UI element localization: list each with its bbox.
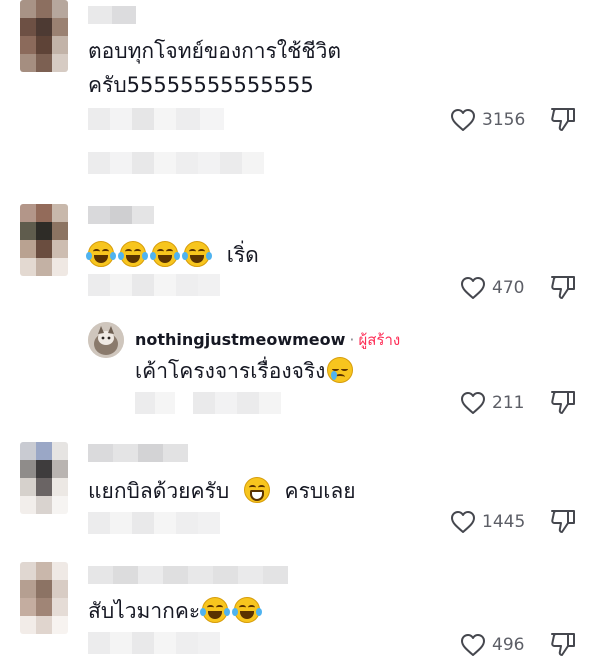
comment-item: สับไวมากคะ 496 — [0, 560, 600, 661]
like-count: 496 — [492, 635, 525, 655]
comment-text-value: ครบเลย — [284, 479, 356, 503]
heart-outline-icon — [451, 511, 475, 533]
comment-text: ตอบทุกโจทย์ของการใช้ชีวิต ครับ5555555555… — [88, 34, 341, 102]
face-with-tears-of-joy-icon — [150, 241, 180, 267]
comment-meta-blurred — [135, 392, 281, 414]
comment-text: เค้าโครงจารเรื่องจริง — [135, 354, 359, 388]
like-button[interactable]: 496 — [460, 630, 524, 660]
dislike-button[interactable] — [550, 631, 576, 661]
thumbs-down-icon — [551, 391, 575, 414]
username-blurred[interactable] — [88, 566, 288, 584]
separator-dot: · — [349, 330, 355, 349]
comment-text: สับไวมากคะ — [88, 594, 266, 628]
comment-item: ตอบทุกโจทย์ของการใช้ชีวิต ครับ5555555555… — [0, 0, 600, 190]
avatar[interactable] — [88, 322, 124, 358]
like-count: 470 — [492, 278, 525, 298]
dislike-button[interactable] — [550, 508, 576, 538]
username-blurred[interactable] — [88, 444, 188, 462]
comment-text-line: ตอบทุกโจทย์ของการใช้ชีวิต — [88, 39, 342, 63]
like-button[interactable]: 211 — [460, 388, 524, 418]
comment-item: เริ่ด 470 — [0, 200, 600, 320]
comment-text-line: ครับ55555555555555 — [88, 73, 314, 97]
comment-text-value: เค้าโครงจารเรื่องจริง — [135, 359, 326, 383]
face-with-tears-of-joy-icon — [182, 241, 212, 267]
face-with-tears-of-joy-icon — [232, 597, 263, 623]
thumbs-down-icon — [551, 276, 575, 299]
thumbs-down-icon — [551, 510, 575, 533]
comment-meta-blurred — [88, 274, 220, 296]
comment-text: เริ่ด — [86, 238, 259, 272]
face-with-tears-of-joy-icon — [200, 597, 231, 623]
creator-badge: ผู้สร้าง — [358, 331, 401, 349]
like-button[interactable]: 470 — [460, 273, 524, 303]
comment-meta-blurred — [88, 512, 220, 534]
avatar[interactable] — [20, 442, 68, 514]
thumbs-down-icon — [551, 108, 575, 131]
face-with-tears-of-joy-icon — [118, 241, 148, 267]
comment-meta-blurred — [88, 108, 224, 130]
avatar[interactable] — [20, 0, 68, 72]
comment-text: แยกบิลด้วยครับ ครบเลย — [88, 474, 356, 508]
like-count: 211 — [492, 393, 525, 413]
comment-text-value: สับไวมากคะ — [88, 599, 201, 623]
dislike-button[interactable] — [550, 106, 576, 136]
reply-item: nothingjustmeowmeow · ผู้สร้าง เค้าโครงจาร… — [0, 320, 600, 430]
face-holding-back-tears-icon — [327, 357, 354, 383]
grinning-face-icon — [243, 477, 270, 503]
face-with-tears-of-joy-icon — [86, 241, 116, 267]
username-blurred[interactable] — [88, 206, 154, 224]
like-count: 1445 — [482, 512, 526, 532]
heart-outline-icon — [461, 392, 485, 414]
username-blurred[interactable] — [88, 6, 136, 24]
heart-outline-icon — [461, 634, 485, 656]
heart-outline-icon — [461, 277, 485, 299]
thumbs-down-icon — [551, 633, 575, 656]
comment-text-value: เริ่ด — [226, 243, 259, 267]
reply-link-blurred[interactable] — [88, 152, 264, 174]
comment-item: แยกบิลด้วยครับ ครบเลย 1445 — [0, 438, 600, 558]
avatar[interactable] — [20, 204, 68, 276]
like-button[interactable]: 3156 — [450, 105, 525, 135]
reply-username[interactable]: nothingjustmeowmeow · ผู้สร้าง — [135, 328, 400, 352]
heart-outline-icon — [451, 109, 475, 131]
like-button[interactable]: 1445 — [450, 507, 525, 537]
like-count: 3156 — [482, 110, 526, 130]
comment-meta-blurred — [88, 632, 220, 654]
username-text[interactable]: nothingjustmeowmeow — [135, 330, 345, 349]
cat-avatar-image — [88, 322, 124, 358]
dislike-button[interactable] — [550, 389, 576, 419]
dislike-button[interactable] — [550, 274, 576, 304]
avatar[interactable] — [20, 562, 68, 634]
comment-text-value: แยกบิลด้วยครับ — [88, 479, 230, 503]
